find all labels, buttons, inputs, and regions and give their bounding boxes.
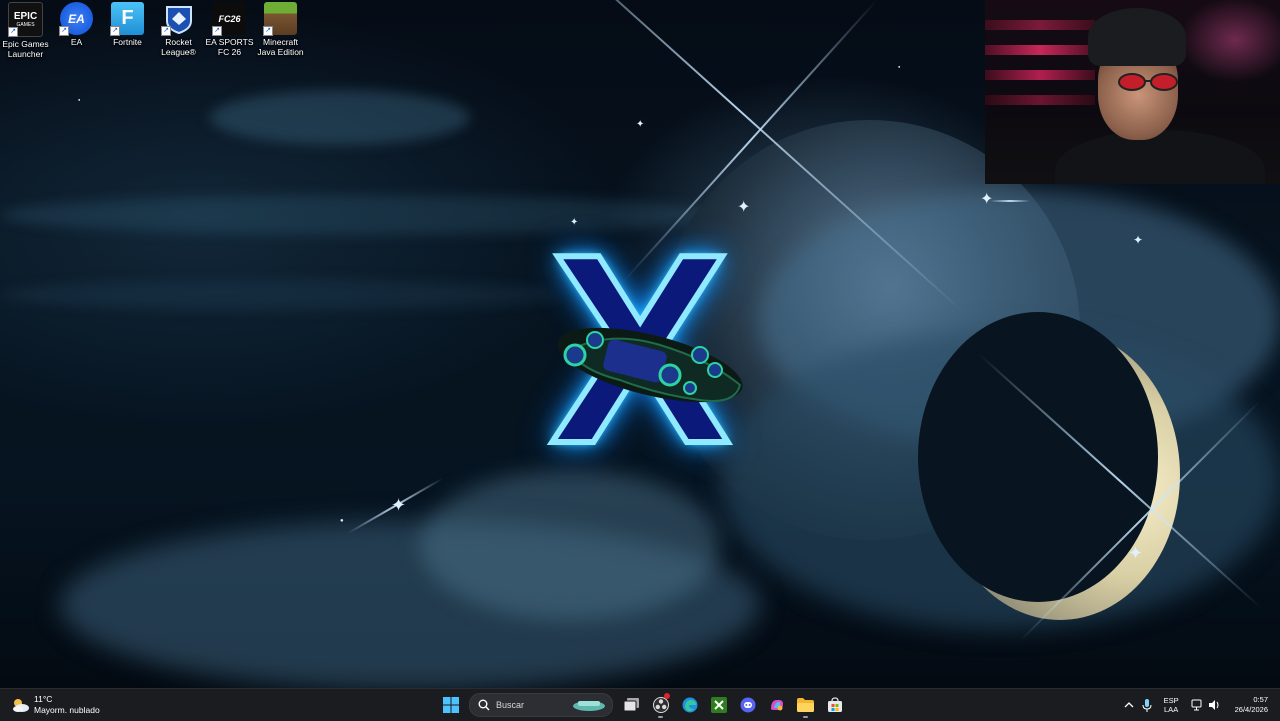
desktop-icon-label: EA	[70, 37, 83, 47]
shortcut-arrow-icon: ↗	[59, 26, 69, 36]
webcam-background-shelf	[985, 45, 1095, 55]
star: ●	[898, 64, 901, 69]
taskbar-app-xbox[interactable]	[704, 691, 733, 719]
desktop-icon-epic-games-launcher[interactable]: EPIC GAMES ↗ Epic Games Launcher	[0, 2, 51, 59]
obs-studio-icon	[652, 697, 669, 713]
taskbar-app-edge[interactable]	[675, 691, 704, 719]
language-code: ESP	[1163, 695, 1179, 705]
webcam-background-shelf	[985, 95, 1095, 105]
star: ✦	[737, 199, 751, 216]
language-indicator[interactable]: ESP LAA	[1164, 696, 1179, 715]
star: ✦	[980, 191, 994, 208]
ea-sports-fc-icon: FC26 ↗	[212, 2, 246, 36]
taskbar-app-file-explorer[interactable]	[791, 691, 820, 719]
wallpaper-cloud	[0, 280, 560, 310]
lens-flare	[990, 200, 1030, 202]
gamepad-icon	[557, 327, 743, 403]
volume-button[interactable]	[1208, 699, 1221, 711]
desktop-icon-minecraft-java[interactable]: ↗ Minecraft Java Edition	[255, 2, 306, 59]
xbox-icon	[710, 697, 727, 713]
webcam-person-cap	[1088, 8, 1186, 66]
star: ●	[340, 518, 344, 524]
x-controller-logo: X	[520, 212, 760, 488]
clock-date: 26/4/2026	[1234, 705, 1268, 714]
weather-condition: Mayorm. nublado	[34, 704, 100, 715]
network-button[interactable]	[1191, 699, 1204, 711]
speaker-icon	[1208, 700, 1219, 710]
search-placeholder: Buscar	[496, 700, 525, 710]
clock-time: 0:57	[1253, 694, 1268, 704]
task-view-icon	[623, 698, 639, 712]
shortcut-arrow-icon: ↗	[161, 26, 171, 36]
chevron-up-icon	[1124, 702, 1134, 708]
desktop-icon-label: Minecraft Java Edition	[257, 37, 304, 57]
network-icon	[1191, 699, 1202, 711]
running-indicator	[803, 716, 808, 718]
system-tray: ESP LAA 0:57 26/4/2026	[1124, 689, 1280, 721]
microphone-button[interactable]	[1142, 698, 1152, 712]
desktop-icon-label: Rocket League®	[161, 37, 196, 57]
weather-widget[interactable]: 11°C Mayorm. nublado	[10, 694, 100, 715]
star: ✦	[391, 495, 407, 515]
star: ✦	[1128, 543, 1144, 563]
webcam-background-shelf	[985, 70, 1095, 80]
partly-cloudy-icon	[13, 698, 29, 712]
folder-icon	[797, 698, 814, 712]
taskbar-app-obs[interactable]	[646, 691, 675, 719]
windows-start-icon	[442, 697, 459, 713]
fortnite-icon: F ↗	[110, 2, 144, 36]
start-button[interactable]	[436, 691, 465, 719]
minecraft-icon: ↗	[263, 2, 297, 36]
desktop-icon-fortnite[interactable]: F ↗ Fortnite	[102, 2, 153, 59]
webcam-person-body	[1055, 130, 1265, 184]
desktop-icon-grid: EPIC GAMES ↗ Epic Games Launcher EA ↗ EA…	[0, 2, 306, 59]
taskbar-apps: Buscar	[436, 691, 849, 719]
webcam-person-glasses	[1118, 73, 1178, 91]
shortcut-arrow-icon: ↗	[8, 27, 18, 37]
taskbar: 11°C Mayorm. nublado Buscar ESP LAA 0:57…	[0, 688, 1280, 721]
notification-badge	[664, 693, 670, 699]
microphone-icon	[1142, 698, 1152, 712]
webcam-background-shelf	[985, 20, 1095, 30]
taskbar-app-store[interactable]	[820, 691, 849, 719]
crescent-moon	[918, 312, 1180, 620]
running-indicator	[658, 716, 663, 718]
desktop-icon-label: Fortnite	[113, 37, 142, 47]
search-icon	[478, 699, 490, 711]
edge-icon	[682, 697, 697, 713]
keyboard-layout: LAA	[1164, 705, 1179, 714]
weather-temperature: 11°C	[34, 694, 53, 704]
desktop-icon-ea[interactable]: EA ↗ EA	[51, 2, 102, 59]
ea-icon: EA ↗	[59, 2, 93, 36]
rocket-league-icon: ↗	[161, 2, 195, 36]
webcam-overlay	[985, 0, 1280, 184]
store-icon	[827, 697, 842, 712]
star: ●	[78, 97, 81, 102]
clock-button[interactable]: 0:57 26/4/2026	[1235, 695, 1268, 716]
epic-games-icon: EPIC GAMES ↗	[8, 2, 43, 37]
taskbar-search[interactable]: Buscar	[469, 693, 613, 717]
star: ✦	[636, 119, 645, 130]
shortcut-arrow-icon: ↗	[110, 26, 120, 36]
shortcut-arrow-icon: ↗	[212, 26, 222, 36]
shortcut-arrow-icon: ↗	[263, 26, 273, 36]
discord-icon	[740, 697, 755, 713]
desktop-icon-label: Epic Games Launcher	[2, 39, 49, 59]
task-view-button[interactable]	[617, 691, 646, 719]
taskbar-app-discord[interactable]	[733, 691, 762, 719]
desktop-icon-ea-sports-fc-26[interactable]: FC26 ↗ EA SPORTS FC 26	[204, 2, 255, 59]
star: ✦	[1133, 233, 1144, 247]
taskbar-app-copilot[interactable]	[762, 691, 791, 719]
desktop-icon-label: EA SPORTS FC 26	[205, 37, 254, 57]
desktop-icon-rocket-league[interactable]: ↗ Rocket League®	[153, 2, 204, 59]
copilot-icon	[770, 700, 783, 711]
show-hidden-icons-button[interactable]	[1124, 701, 1134, 709]
search-highlight-icon	[573, 701, 605, 711]
wallpaper-cloud	[210, 90, 470, 145]
